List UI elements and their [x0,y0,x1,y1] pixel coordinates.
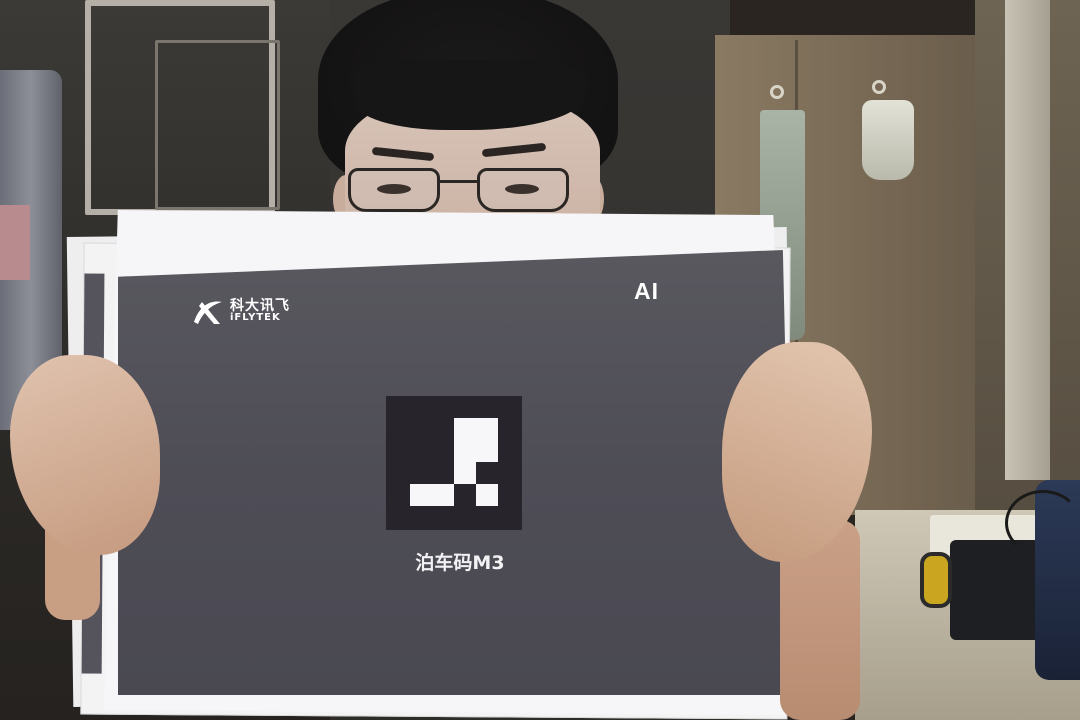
cable [1005,490,1080,556]
iflytek-logo: 科大讯飞 iFLYTEK [190,294,320,328]
marker-cell [454,440,476,484]
pink-cloth [0,205,30,280]
robot-car [950,540,1040,640]
white-pillar [1005,0,1050,480]
ai-logo-icon: AI [634,278,659,304]
eyeglasses [345,168,580,218]
marker-cell [476,440,498,462]
hanging-cloth [862,100,914,180]
iflytek-logo-icon [194,301,222,324]
marker-cell [476,484,498,506]
wall-hook [872,80,886,94]
marker-caption: 泊车码M3 [415,552,505,574]
brand-name-en: iFLYTEK [230,312,281,323]
glasses-bridge [439,180,479,183]
parking-marker [386,396,522,530]
robot-wheel [920,552,952,608]
wall-hook [770,85,784,99]
person-fringe [355,60,585,130]
marker-cell [454,418,498,440]
photo-scene: 科大讯飞 iFLYTEK AI 泊车码M3 [0,0,1080,720]
eye-left [377,184,411,194]
metal-rack [155,40,280,210]
marker-cell [410,484,454,506]
eye-right [505,184,539,194]
